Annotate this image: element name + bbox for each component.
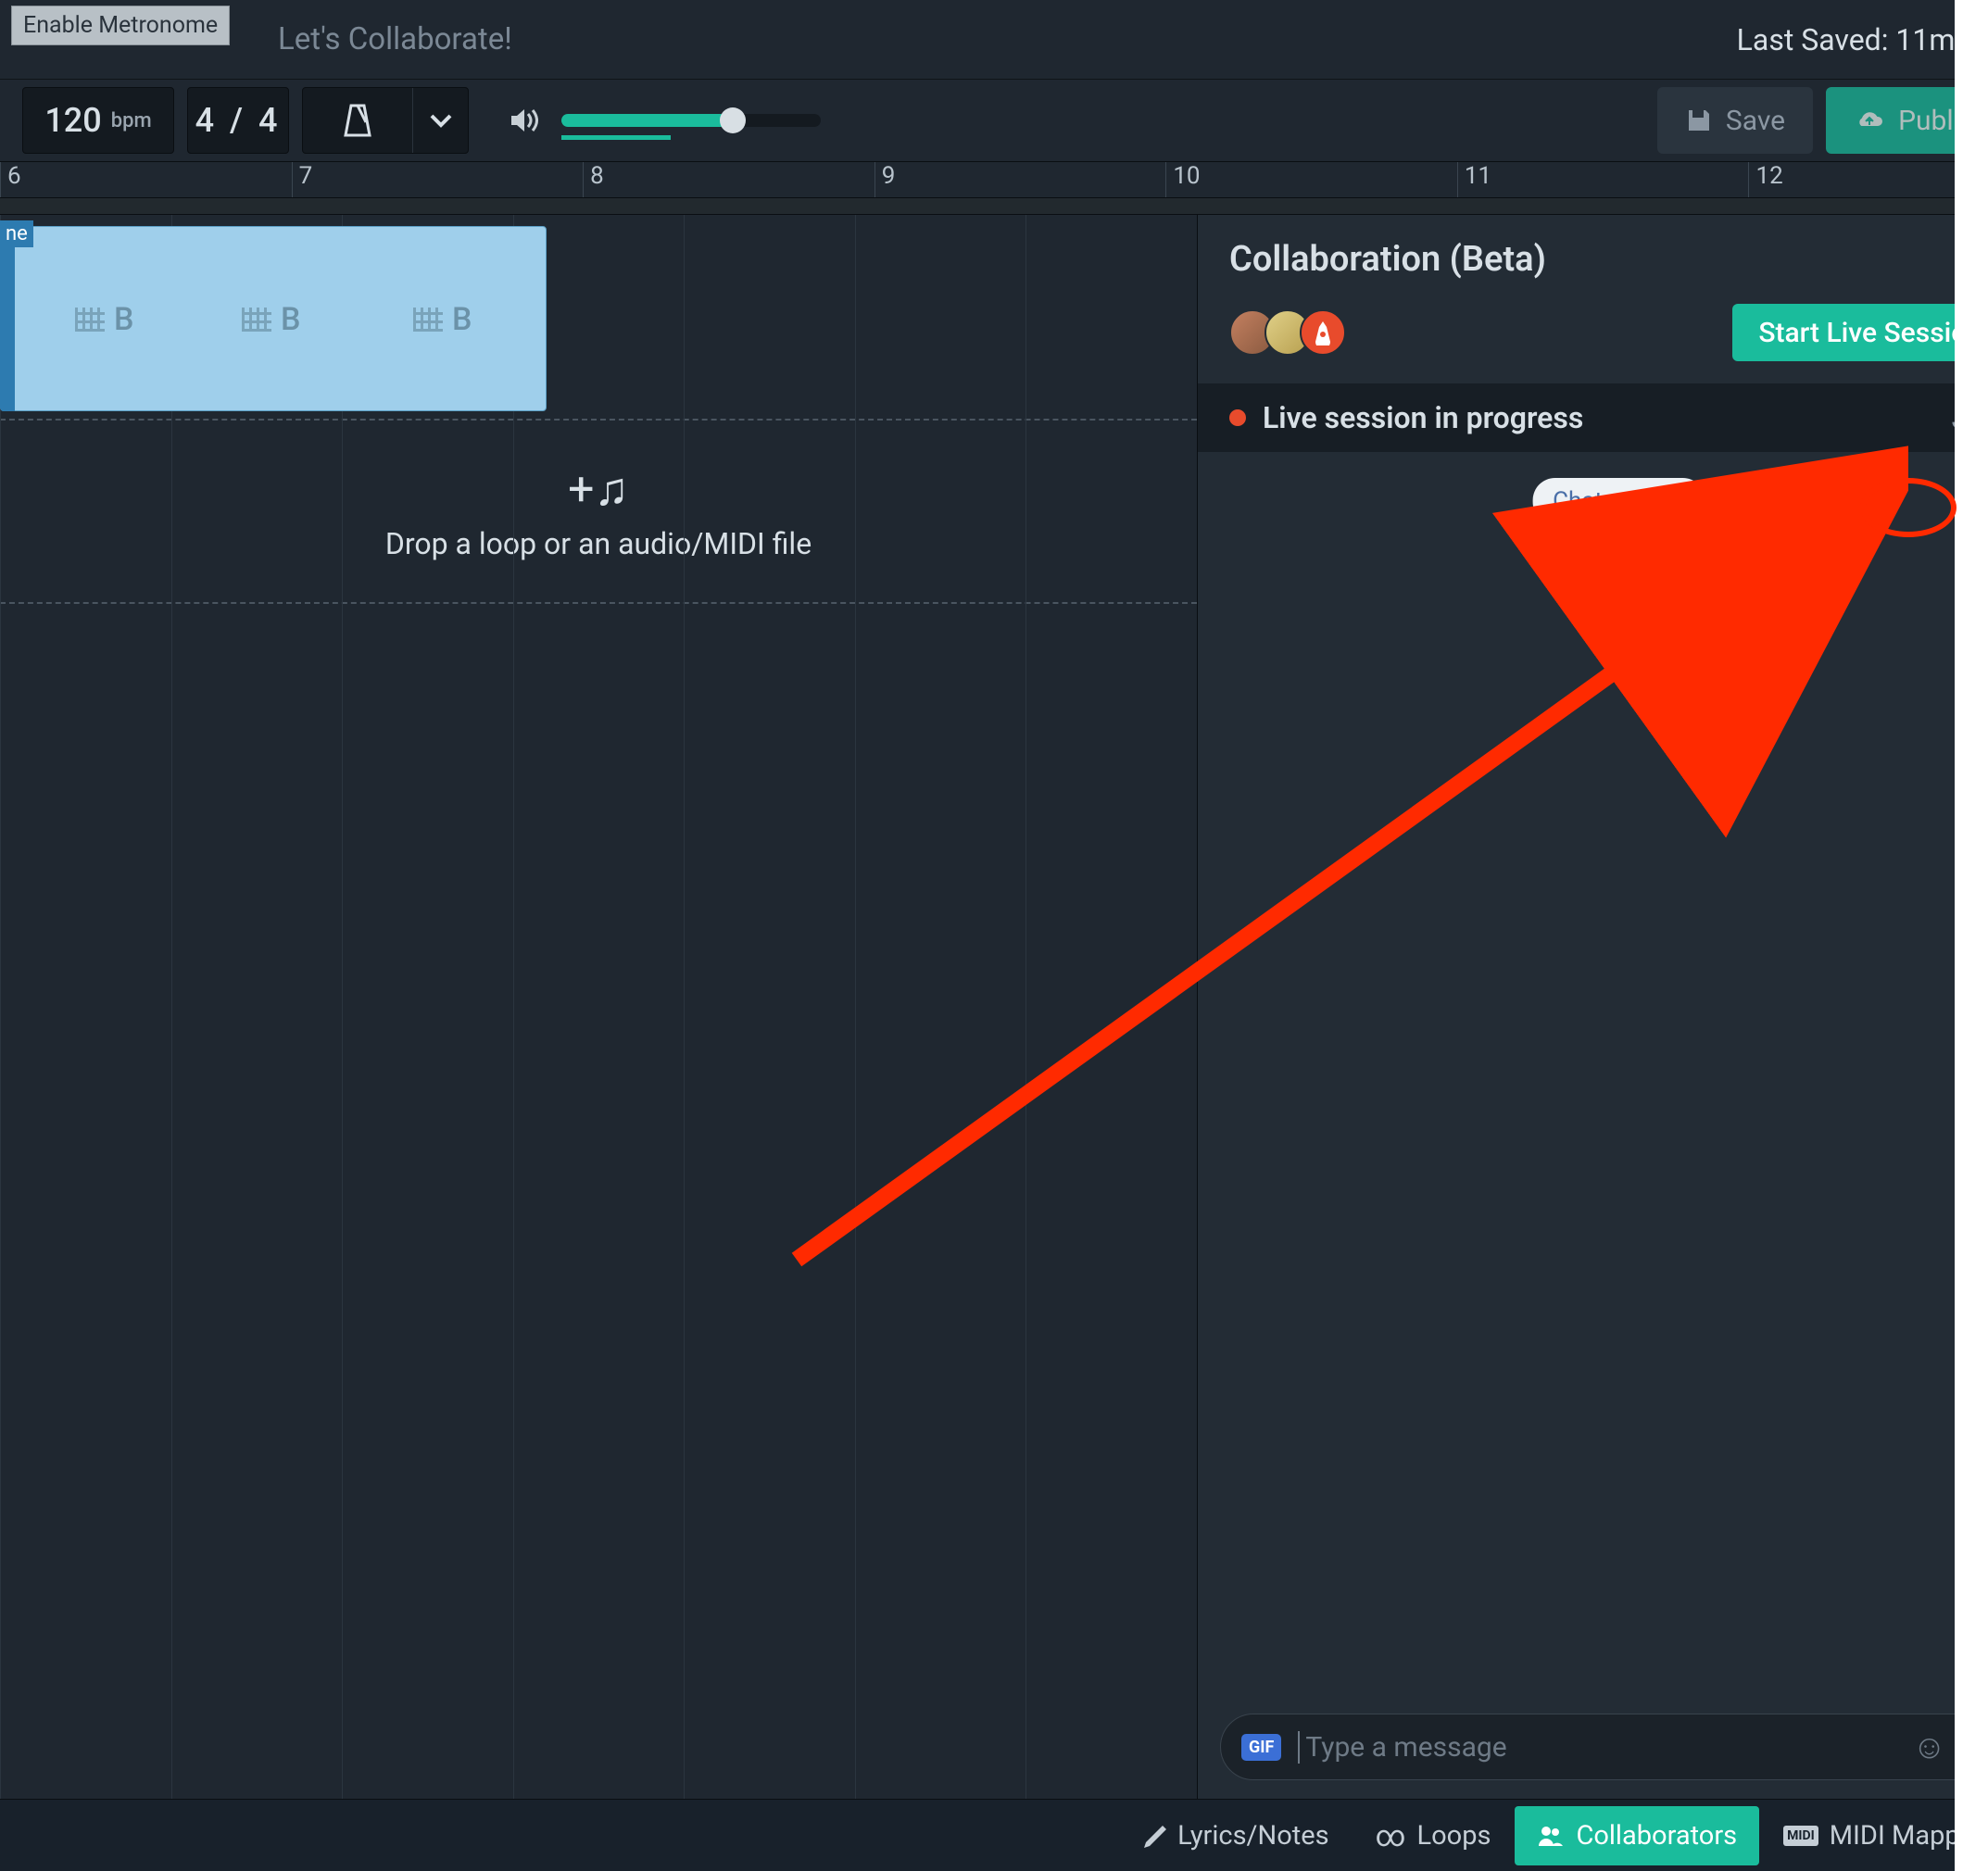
volume-thumb[interactable] [720,107,746,133]
clip-slot[interactable]: B [242,292,399,347]
timesig-box[interactable]: 4 / 4 [187,87,289,154]
annotation-circle [1860,478,1957,537]
last-saved: Last Saved: 11m ago [1737,22,1988,57]
bottom-tabs: Lyrics/Notes ∞ Loops Collaborators MIDI … [0,1799,1988,1871]
chat-input[interactable]: GIF Type a message ☺ [1220,1714,1988,1780]
project-title[interactable]: Let's Collaborate! [278,21,1737,57]
tab-label: Collaborators [1576,1820,1737,1852]
timeline-mark: 12 [1748,162,1988,197]
drop-text: Drop a loop or an audio/MIDI file [385,526,812,561]
live-session-bar: Live session in progress Join [1198,383,1988,452]
volume-icon [510,107,543,134]
save-icon [1685,107,1713,134]
tab-lyrics[interactable]: Lyrics/Notes [1120,1806,1352,1865]
avatar-group[interactable] [1229,309,1346,356]
metronome-dropdown[interactable] [412,88,468,153]
grid-icon [413,308,443,332]
midi-icon: MIDI [1783,1826,1818,1846]
clip-label: ne [0,220,33,247]
live-dot-icon [1229,409,1246,426]
users-icon [1537,1826,1565,1846]
metronome-tooltip: Enable Metronome [11,6,230,45]
tempo-value: 120 [44,101,101,140]
start-session-button[interactable]: Start Live Session [1732,304,1988,361]
avatar[interactable] [1300,309,1346,356]
volume-slider[interactable] [561,114,821,127]
bag-icon [1312,320,1334,345]
timeline-mark: 9 [874,162,1166,197]
gif-button[interactable]: GIF [1241,1734,1281,1761]
cloud-upload-icon [1854,108,1885,132]
pen-icon [1142,1824,1166,1848]
annotation-arrow [760,445,1908,1297]
track-row[interactable]: B B B ne [0,215,1197,391]
sub-ruler [0,198,1988,215]
tab-label: Loops [1417,1820,1491,1852]
tempo-unit: bpm [111,109,152,132]
save-button[interactable]: Save [1657,87,1813,154]
infinity-icon: ∞ [1376,1818,1406,1853]
metronome-icon [342,102,373,139]
clip-slot[interactable]: B [75,292,233,347]
tab-label: Lyrics/Notes [1177,1820,1329,1852]
volume-fill [561,114,733,127]
chevron-down-icon [429,113,453,128]
tempo-box[interactable]: 120 bpm [22,87,174,154]
page-margin [1955,0,1988,1871]
grid-icon [242,308,271,332]
clip-edge[interactable] [0,226,15,411]
emoji-icon[interactable]: ☺ [1912,1727,1946,1766]
audio-clip[interactable]: B B B [0,226,547,411]
timeline-mark: 7 [292,162,584,197]
live-text: Live session in progress [1263,400,1935,435]
timeline-mark: 11 [1457,162,1749,197]
tab-loops[interactable]: ∞ Loops [1353,1806,1514,1865]
metronome-button[interactable] [303,88,412,153]
topbar: Let's Collaborate! Last Saved: 11m ago [0,0,1988,80]
metronome-group [302,87,469,154]
add-music-icon: +♫ [568,462,629,517]
volume-underline [561,135,671,140]
collab-title: Collaboration (Beta) [1229,239,1955,280]
save-label: Save [1726,105,1785,137]
volume-area [510,107,821,134]
tab-collaborators[interactable]: Collaborators [1515,1806,1759,1865]
grid-icon [75,308,105,332]
timeline-mark: 10 [1165,162,1457,197]
timeline-ruler[interactable]: 6 7 8 9 10 11 12 [0,161,1988,198]
timeline-mark: 8 [583,162,874,197]
controls-bar: 120 bpm 4 / 4 [0,80,1988,161]
chat-field[interactable]: Type a message [1298,1731,1895,1764]
clip-slot[interactable]: B [413,292,571,347]
timeline-mark: 6 [0,162,292,197]
